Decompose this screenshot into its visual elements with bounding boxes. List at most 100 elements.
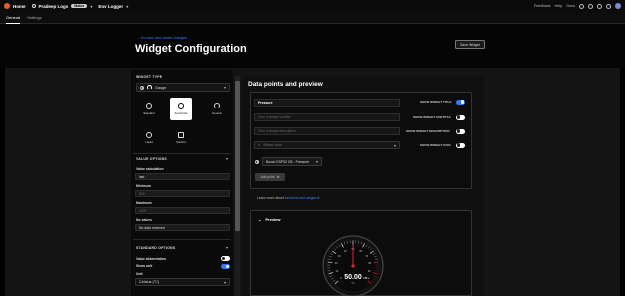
data-source-radio[interactable]	[255, 159, 259, 164]
semicircle-gauge-icon	[178, 103, 184, 109]
type-liquid[interactable]: Liquid	[138, 127, 160, 149]
top-bar-right: Feedback Help Docs	[534, 3, 621, 9]
external-link-icon[interactable]: ⧉	[317, 196, 319, 200]
chevron-down-icon[interactable]: ▾	[226, 245, 228, 250]
grid-icon[interactable]	[579, 3, 584, 9]
type-label: Colorize	[175, 140, 187, 144]
option-label: SHOW WIDGET DESCRIPTION	[406, 129, 450, 133]
type-standard[interactable]: Standard	[138, 98, 160, 120]
colorize-gauge-icon	[178, 132, 184, 138]
widget-type-select[interactable]: Gauge ▾	[136, 83, 230, 92]
show-icon-toggle[interactable]	[456, 142, 465, 148]
value-options-heading: VALUE OPTIONS	[136, 157, 167, 161]
unit-value: Celsius (°C)	[139, 280, 160, 284]
unit-label: Unit	[136, 272, 143, 276]
plus-icon: ⊕	[276, 175, 280, 179]
avatar[interactable]	[615, 3, 621, 9]
option-label: SHOW WIDGET SUBTITLE	[413, 115, 451, 119]
widget-description-input[interactable]: Give a widget description	[254, 127, 400, 135]
type-generic[interactable]: Generic	[206, 98, 228, 120]
value-calc-select[interactable]: last	[135, 173, 230, 180]
no-values-label: No values	[136, 218, 153, 222]
value-calc-label: Value calculation	[136, 167, 164, 171]
chevron-down-icon: ▾	[223, 85, 226, 90]
gauge-value: 50.00	[344, 274, 362, 281]
widget-subtitle-input[interactable]: Give a widget subtitle	[254, 113, 400, 121]
chevron-down-icon: ▾	[126, 3, 129, 9]
type-label: Liquid	[145, 140, 153, 144]
theme-icon[interactable]	[606, 3, 611, 9]
option-show-description: SHOW WIDGET DESCRIPTION	[406, 129, 450, 133]
device-selector[interactable]: Env Logger ▾	[98, 4, 128, 9]
project-label: Pradeep Logs	[38, 3, 69, 9]
option-label: SHOW WIDGET ICON	[420, 143, 451, 147]
help-link[interactable]: Help	[555, 4, 563, 8]
widget-title-input[interactable]: Pressure	[254, 99, 400, 107]
learn-more-text: Learn more about functions and ranges ⧉	[257, 196, 320, 200]
settings-icon[interactable]	[588, 3, 593, 9]
option-show-title: SHOW WIDGET TITLE	[420, 100, 451, 104]
brand-logo-icon	[4, 3, 10, 9]
learn-more-link[interactable]: functions and ranges	[285, 196, 316, 200]
tab-general[interactable]: General	[6, 12, 21, 24]
feedback-link[interactable]: Feedback	[534, 4, 551, 8]
show-description-toggle[interactable]	[456, 128, 465, 134]
chevron-down-icon: ▾	[90, 3, 93, 9]
project-badge: Maker	[71, 4, 88, 8]
save-widget-button[interactable]: Save Widget	[455, 40, 485, 49]
home-link[interactable]: Home	[4, 3, 26, 9]
widget-icon-select[interactable]: ⌕ Select icon ▾	[254, 141, 400, 149]
show-unit-label: Show unit	[136, 264, 153, 268]
minimum-label: Minimum	[136, 184, 151, 188]
option-label: SHOW WIDGET TITLE	[420, 100, 452, 104]
radio-icon	[140, 85, 144, 90]
preview-panel-title: Data points and preview	[248, 81, 323, 88]
project-icon	[31, 4, 36, 8]
chevron-down-icon: ▾	[223, 279, 226, 285]
scrollbar-thumb[interactable]	[235, 81, 240, 231]
preview-label: Preview	[265, 217, 281, 222]
notifications-icon[interactable]	[597, 3, 602, 9]
show-unit-toggle[interactable]	[221, 264, 230, 269]
show-subtitle-toggle[interactable]	[456, 114, 465, 120]
type-label: Generic	[212, 111, 222, 115]
device-label: Env Logger	[98, 3, 124, 9]
gauge-needle-hub	[351, 264, 355, 268]
preview-header[interactable]: ⌄ Preview	[258, 217, 280, 222]
data-source-select[interactable]: Bosch ESP32 CB - Pressure ▾	[262, 157, 322, 166]
show-title-toggle[interactable]	[456, 99, 465, 105]
home-label: Home	[13, 3, 26, 9]
widget-type-heading: WIDGET TYPE	[136, 75, 163, 79]
add-point-button[interactable]: Add point ⊕	[255, 173, 285, 181]
icon-select-placeholder: Select icon	[263, 143, 282, 147]
tab-bar: General Settings	[0, 12, 625, 24]
maximum-label: Maximum	[136, 201, 152, 205]
add-point-label: Add point	[260, 175, 275, 179]
docs-link[interactable]: Docs	[566, 4, 575, 8]
standard-options-heading: STANDARD OPTIONS	[136, 246, 176, 250]
no-values-input[interactable]: No data received	[135, 224, 230, 231]
gauge-icon	[147, 85, 152, 90]
unit-select[interactable]: Celsius (°C) ▾	[135, 278, 230, 286]
back-link[interactable]: ← Go back and cancel changes	[136, 36, 187, 40]
search-icon: ⌕	[258, 143, 261, 147]
project-selector[interactable]: Pradeep Logs Maker ▾	[31, 3, 93, 9]
minimum-input[interactable]: 800	[135, 190, 230, 197]
learn-more-prefix: Learn more about	[257, 196, 284, 200]
divider	[133, 153, 231, 154]
type-semicircle[interactable]: Semicircle	[170, 98, 192, 120]
type-colorize[interactable]: Colorize	[170, 127, 192, 149]
page-title: Widget Configuration	[135, 43, 247, 55]
standard-gauge-icon	[146, 103, 152, 109]
chevron-down-icon: ▾	[393, 142, 396, 148]
tab-settings[interactable]: Settings	[27, 12, 41, 24]
generic-gauge-icon	[214, 103, 220, 109]
maximum-input[interactable]: 1100	[135, 207, 230, 214]
chevron-down-icon[interactable]: ▾	[226, 156, 228, 161]
liquid-gauge-icon	[146, 132, 152, 138]
value-abbrev-toggle[interactable]	[221, 256, 230, 261]
top-bar: Home Pradeep Logs Maker ▾ Env Logger ▾ F…	[0, 0, 625, 12]
gauge-preview: 0102030405060708090100 50.00 hPa °C	[322, 235, 384, 296]
type-label: Semicircle	[174, 111, 188, 115]
option-show-icon: SHOW WIDGET ICON	[420, 143, 451, 147]
